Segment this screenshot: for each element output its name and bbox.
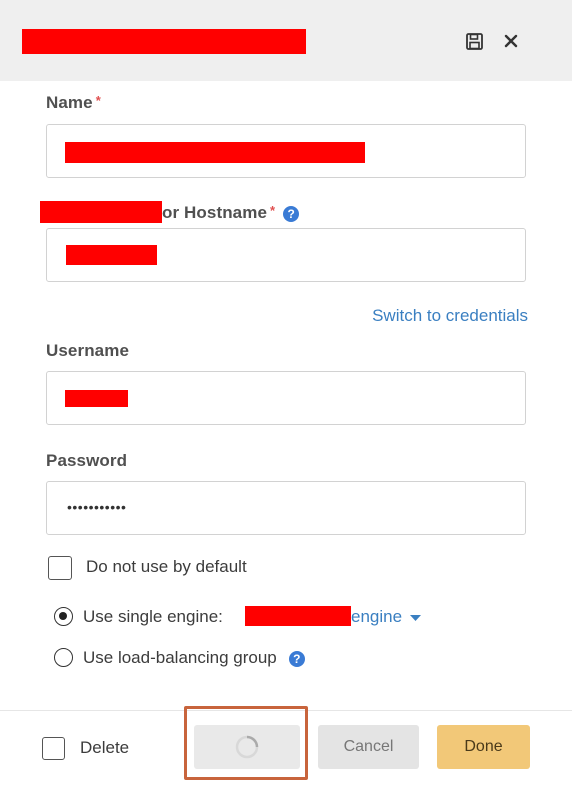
help-icon[interactable]: ?	[283, 205, 300, 222]
required-marker: *	[270, 203, 276, 218]
help-icon[interactable]: ?	[288, 650, 305, 667]
delete-label: Delete	[80, 738, 130, 757]
caret-down-icon	[409, 615, 421, 621]
password-label: Password	[46, 451, 128, 470]
no-default-checkbox[interactable]	[48, 556, 72, 580]
dialog-title-redacted	[22, 29, 306, 54]
lb-group-radio[interactable]	[54, 648, 73, 667]
engine-name-redacted	[245, 606, 351, 626]
engine-dropdown[interactable]: engine	[351, 607, 421, 627]
username-label: Username	[46, 341, 130, 360]
password-field[interactable]: •••••••••••	[46, 481, 526, 535]
host-value-redacted	[66, 245, 157, 265]
save-icon[interactable]	[464, 31, 484, 51]
name-field[interactable]	[46, 124, 526, 178]
close-icon[interactable]	[501, 31, 521, 51]
single-engine-label: Use single engine:	[83, 607, 223, 626]
host-label: or Hostname *?	[162, 203, 300, 223]
cancel-button[interactable]: Cancel	[318, 725, 419, 769]
username-value-redacted	[65, 390, 128, 407]
switch-to-credentials-link[interactable]: Switch to credentials	[372, 306, 528, 326]
name-label: Name *	[46, 93, 101, 112]
done-button[interactable]: Done	[437, 725, 530, 769]
no-default-label: Do not use by default	[86, 557, 247, 576]
required-marker: *	[95, 93, 101, 108]
lb-group-label: Use load-balancing group?	[83, 648, 305, 668]
host-field[interactable]	[46, 228, 526, 282]
single-engine-radio[interactable]	[54, 607, 73, 626]
loading-button	[194, 725, 300, 769]
delete-checkbox[interactable]	[42, 737, 65, 760]
username-field[interactable]	[46, 371, 526, 425]
spinner-icon	[235, 735, 259, 759]
name-value-redacted	[65, 142, 365, 163]
host-label-redacted	[40, 201, 162, 223]
dialog-header	[0, 0, 572, 81]
password-value: •••••••••••	[67, 499, 127, 515]
radio-selected-dot	[59, 612, 67, 620]
